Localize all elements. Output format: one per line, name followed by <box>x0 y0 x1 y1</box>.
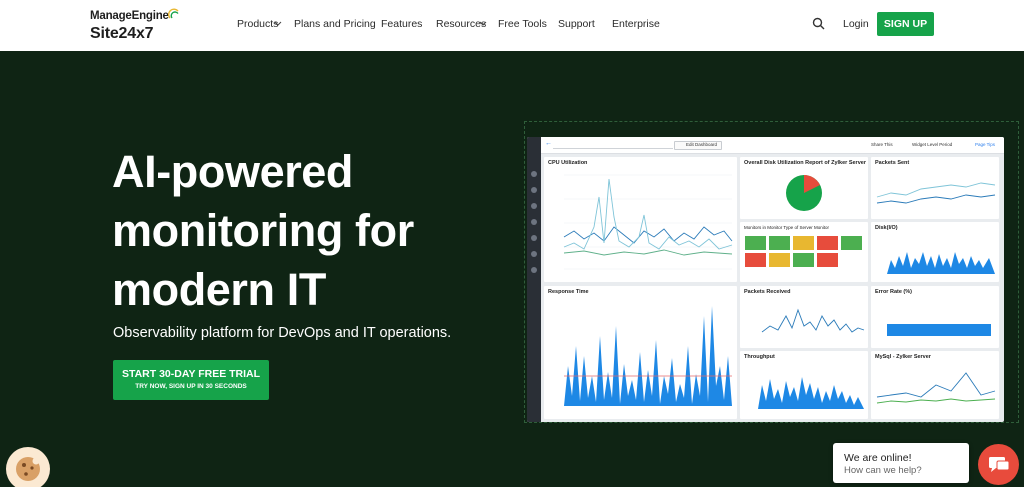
mysql-chart <box>876 372 996 404</box>
hero-title-line: AI-powered <box>112 146 354 197</box>
sidebar-dot-icon <box>531 235 537 241</box>
nav-plans-and-pricing[interactable]: Plans and Pricing <box>294 18 376 30</box>
edit-dashboard-label: Edit Dashboard <box>686 142 718 147</box>
monitor-status-tile <box>745 253 766 267</box>
cookie-consent-button[interactable] <box>6 447 50 487</box>
throughput-chart <box>758 377 864 409</box>
nav-features[interactable]: Features <box>381 18 422 30</box>
response-time-chart <box>564 306 732 406</box>
error-rate-chart <box>887 324 991 336</box>
packets-sent-chart <box>876 182 996 204</box>
hero-title-line: monitoring for <box>112 205 414 256</box>
sidebar-dot-icon <box>531 171 537 177</box>
logo-brand-top: ManageEngine <box>90 10 169 22</box>
logo-brand-bottom: Site24x7 <box>90 25 154 42</box>
sidebar-dot-icon <box>531 187 537 193</box>
monitor-status-grid <box>745 236 862 267</box>
dashboard-select <box>553 141 673 149</box>
monitors-panel: Monitors in Monitor Type of Server Monit… <box>740 222 868 282</box>
dashboard-preview: ← Edit Dashboard Share This Widget Level… <box>527 137 1004 422</box>
response-time-panel: Response Time <box>544 286 737 419</box>
cpu-utilization-panel: CPU Utilization <box>544 157 737 282</box>
disk-io-chart <box>887 252 995 274</box>
hero-subtitle: Observability platform for DevOps and IT… <box>113 325 452 341</box>
search-icon[interactable] <box>812 17 825 30</box>
mysql-panel: MySql - Zylker Server <box>871 351 999 419</box>
chat-prompt[interactable]: We are online! How can we help? <box>833 443 969 483</box>
site24x7-logo[interactable]: ManageEngine Site24x7 <box>90 8 182 44</box>
sidebar-dot-icon <box>531 203 537 209</box>
packets-sent-panel: Packets Sent <box>871 157 999 219</box>
chat-button[interactable] <box>978 444 1019 485</box>
error-rate-panel: Error Rate (%) <box>871 286 999 348</box>
share-label: Share This <box>871 142 893 147</box>
monitor-status-tile <box>817 253 838 267</box>
packets-received-panel: Packets Received <box>740 286 868 348</box>
chevron-down-icon <box>274 21 282 26</box>
packets-received-chart <box>761 308 865 333</box>
cpu-line-chart <box>563 174 733 270</box>
page-tips-label: Page Tips <box>975 142 996 147</box>
hero-title: AI-powered monitoring for modern IT <box>112 142 492 319</box>
chat-line-1: We are online! <box>844 452 912 464</box>
monitor-status-tile <box>817 236 838 250</box>
cta-small-label: TRY NOW, SIGN UP IN 30 SECONDS <box>135 383 247 390</box>
throughput-panel: Throughput <box>740 351 868 419</box>
logo-arc-icon <box>168 8 179 19</box>
free-trial-button[interactable]: START 30-DAY FREE TRIAL TRY NOW, SIGN UP… <box>113 360 269 400</box>
login-link[interactable]: Login <box>843 18 869 30</box>
monitor-status-tile <box>745 236 766 250</box>
top-navbar: ManageEngine Site24x7 Products Plans and… <box>0 0 1024 51</box>
nav-products[interactable]: Products <box>237 18 278 30</box>
monitor-status-tile <box>841 236 862 250</box>
nav-support[interactable]: Support <box>558 18 595 30</box>
disk-utilization-panel: Overall Disk Utilization Report of Zylke… <box>740 157 868 219</box>
signup-button[interactable]: SIGN UP <box>877 12 934 36</box>
dashboard-sidebar <box>527 137 541 422</box>
nav-enterprise[interactable]: Enterprise <box>612 18 660 30</box>
monitor-status-tile <box>769 236 790 250</box>
chevron-down-icon <box>479 21 487 26</box>
cookie-icon <box>16 457 40 481</box>
period-label: Widget Level Period <box>912 142 953 147</box>
monitor-status-tile <box>793 253 814 267</box>
chat-line-2: How can we help? <box>844 465 922 476</box>
disk-pie-chart <box>786 175 822 211</box>
monitor-status-tile <box>793 236 814 250</box>
back-arrow-icon: ← <box>545 140 552 147</box>
cta-main-label: START 30-DAY FREE TRIAL <box>121 368 261 380</box>
sidebar-dot-icon <box>531 267 537 273</box>
disk-io-panel: Disk(I/O) <box>871 222 999 282</box>
sidebar-dot-icon <box>531 219 537 225</box>
dashboard-toolbar: ← Edit Dashboard Share This Widget Level… <box>541 137 1004 154</box>
hero-title-line: modern IT <box>112 264 326 315</box>
sidebar-dot-icon <box>531 251 537 257</box>
chat-icon <box>989 457 1010 472</box>
nav-free-tools[interactable]: Free Tools <box>498 18 547 30</box>
monitor-status-tile <box>769 253 790 267</box>
